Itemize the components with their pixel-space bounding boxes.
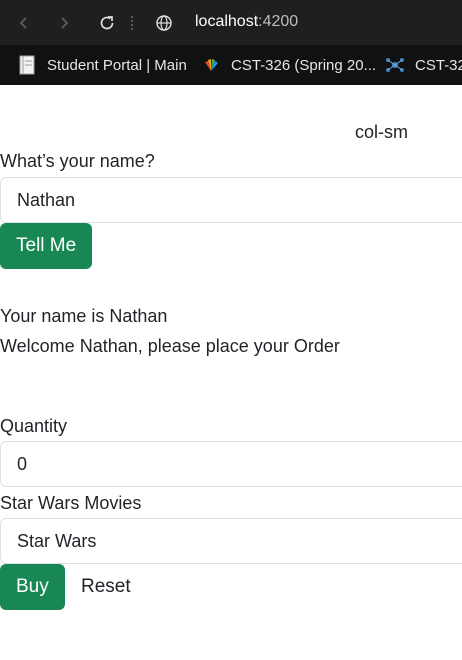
forward-icon[interactable] bbox=[52, 11, 76, 35]
bookmark-student-portal[interactable]: Student Portal | Main bbox=[17, 53, 187, 77]
reload-icon[interactable] bbox=[95, 11, 119, 35]
page-content: col-sm What’s your name? Nathan Tell Me … bbox=[0, 85, 462, 660]
bookmark-cst32[interactable]: CST-32 bbox=[385, 53, 462, 77]
your-name-text: Your name is Nathan bbox=[0, 306, 168, 326]
fan-logo-icon bbox=[201, 55, 221, 75]
reset-button[interactable]: Reset bbox=[65, 564, 147, 610]
quantity-label: Quantity bbox=[0, 416, 68, 436]
name-input[interactable]: Nathan bbox=[0, 177, 462, 223]
bookmark-label: Student Portal | Main bbox=[47, 56, 187, 74]
network-icon bbox=[385, 55, 405, 75]
movies-label: Star Wars Movies bbox=[0, 493, 142, 513]
bookmark-label: CST-326 (Spring 20... bbox=[231, 56, 377, 74]
bookmarks-bar: Student Portal | Main CST-326 (Spring 20… bbox=[0, 45, 462, 85]
bookmark-label: CST-32 bbox=[415, 56, 462, 74]
quantity-input[interactable]: 0 bbox=[0, 441, 462, 487]
buy-button[interactable]: Buy bbox=[0, 564, 65, 610]
welcome-text: Welcome Nathan, please place your Order bbox=[0, 336, 340, 356]
back-icon[interactable] bbox=[12, 11, 36, 35]
url-port: :4200 bbox=[258, 13, 299, 30]
bookmark-cst326[interactable]: CST-326 (Spring 20... bbox=[201, 53, 376, 77]
site-info-icon[interactable] bbox=[152, 11, 176, 35]
tell-me-button[interactable]: Tell Me bbox=[0, 223, 93, 269]
notebook-icon bbox=[17, 55, 37, 75]
browser-toolbar: localhost:4200 bbox=[0, 0, 462, 45]
movies-select[interactable]: Star Wars bbox=[0, 518, 462, 564]
url-host: localhost bbox=[195, 13, 259, 30]
address-bar[interactable]: localhost:4200 bbox=[195, 13, 298, 31]
toolbar-divider bbox=[131, 16, 133, 30]
column-label: col-sm bbox=[355, 122, 408, 142]
name-label: What’s your name? bbox=[0, 151, 155, 171]
